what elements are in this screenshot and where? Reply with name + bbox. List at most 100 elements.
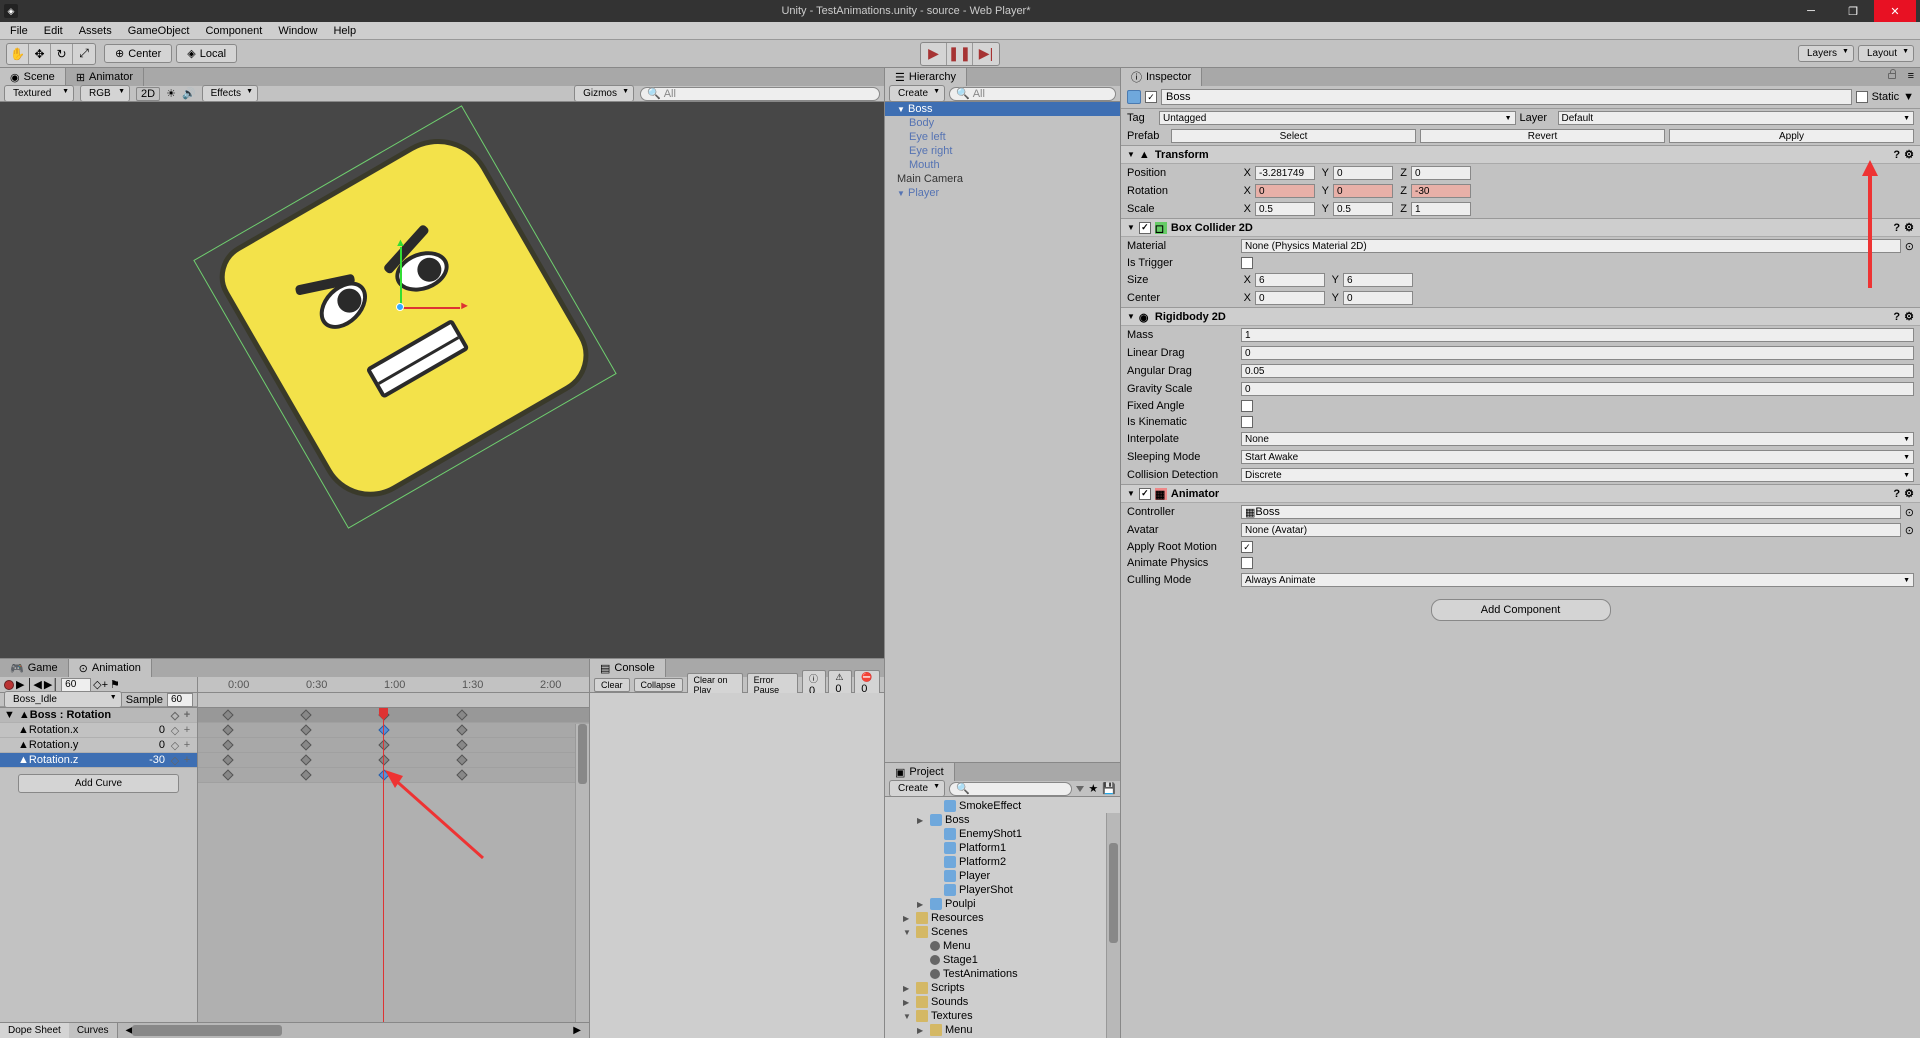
close-button[interactable]: ✕: [1874, 0, 1916, 22]
linear-drag-field[interactable]: [1241, 346, 1914, 360]
clip-dropdown[interactable]: Boss_Idle: [4, 691, 122, 708]
gear-icon[interactable]: ⚙: [1904, 221, 1914, 234]
hierarchy-item[interactable]: Main Camera: [885, 172, 1120, 186]
project-item[interactable]: Platform1: [885, 841, 1120, 855]
effects-dropdown[interactable]: Effects: [202, 85, 258, 102]
add-component-button[interactable]: Add Component: [1431, 599, 1611, 621]
step-button[interactable]: ▶|: [973, 43, 999, 65]
scale-x-field[interactable]: [1255, 202, 1315, 216]
project-item[interactable]: EnemyShot1: [885, 827, 1120, 841]
project-item[interactable]: PlayerShot: [885, 883, 1120, 897]
position-z-field[interactable]: [1411, 166, 1471, 180]
transform-component-header[interactable]: ▼▲Transform?⚙: [1121, 145, 1920, 164]
2d-toggle[interactable]: 2D: [136, 87, 160, 101]
fixed-angle-checkbox[interactable]: [1241, 400, 1253, 412]
project-item[interactable]: ▶Boss: [885, 813, 1120, 827]
culling-mode-dropdown[interactable]: Always Animate: [1241, 573, 1914, 587]
property-row[interactable]: ▲Rotation.x0◇+: [0, 723, 197, 738]
avatar-field[interactable]: None (Avatar): [1241, 523, 1901, 537]
game-tab[interactable]: 🎮Game: [0, 659, 69, 677]
menu-gameobject[interactable]: GameObject: [122, 24, 196, 38]
static-dropdown-icon[interactable]: ▼: [1903, 91, 1914, 103]
favorite-icon[interactable]: ★: [1088, 782, 1098, 795]
scale-tool-button[interactable]: ⤢: [73, 44, 95, 64]
clear-button[interactable]: Clear: [594, 678, 630, 692]
curves-tab[interactable]: Curves: [69, 1023, 117, 1038]
gameobject-name-field[interactable]: [1161, 89, 1852, 105]
center-x-field[interactable]: [1255, 291, 1325, 305]
hierarchy-item[interactable]: ▼ Boss: [885, 102, 1120, 116]
size-x-field[interactable]: [1255, 273, 1325, 287]
add-curve-button[interactable]: Add Curve: [18, 774, 179, 793]
lock-icon[interactable]: [1882, 68, 1902, 86]
scene-search[interactable]: 🔍All: [640, 87, 880, 101]
menu-component[interactable]: Component: [199, 24, 268, 38]
project-tab[interactable]: ▣Project: [885, 763, 955, 781]
project-item[interactable]: ▶Scripts: [885, 981, 1120, 995]
frame-field[interactable]: [61, 678, 91, 692]
playhead[interactable]: [383, 708, 384, 1022]
position-x-field[interactable]: [1255, 166, 1315, 180]
collapse-button[interactable]: Collapse: [634, 678, 683, 692]
layer-dropdown[interactable]: Default: [1558, 111, 1915, 125]
hand-tool-button[interactable]: ✋: [7, 44, 29, 64]
center-y-field[interactable]: [1343, 291, 1413, 305]
hierarchy-tab[interactable]: ☰Hierarchy: [885, 68, 967, 86]
property-header[interactable]: ▼▲Boss : Rotation◇+: [0, 708, 197, 723]
rotation-y-field[interactable]: [1333, 184, 1393, 198]
interpolate-dropdown[interactable]: None: [1241, 432, 1914, 446]
project-item[interactable]: ▼Scenes: [885, 925, 1120, 939]
next-key-button[interactable]: ▶│: [44, 678, 59, 691]
gravity-scale-field[interactable]: [1241, 382, 1914, 396]
hierarchy-item[interactable]: Mouth: [885, 158, 1120, 172]
help-icon[interactable]: ?: [1893, 311, 1900, 323]
is-kinematic-checkbox[interactable]: [1241, 416, 1253, 428]
gizmos-dropdown[interactable]: Gizmos: [574, 85, 634, 102]
menu-help[interactable]: Help: [327, 24, 362, 38]
hierarchy-item[interactable]: ▼ Player: [885, 186, 1120, 200]
project-item[interactable]: Player: [885, 869, 1120, 883]
pivot-button[interactable]: ⊕Center: [104, 44, 172, 63]
rigidbody-component-header[interactable]: ▼◉Rigidbody 2D?⚙: [1121, 307, 1920, 326]
dope-sheet-tab[interactable]: Dope Sheet: [0, 1023, 69, 1038]
controller-field[interactable]: ▦Boss: [1241, 505, 1901, 519]
hierarchy-item[interactable]: Eye left: [885, 130, 1120, 144]
center-handle[interactable]: [396, 303, 404, 311]
property-row-selected[interactable]: ▲Rotation.z-30◇+: [0, 753, 197, 768]
angular-drag-field[interactable]: [1241, 364, 1914, 378]
scene-tab[interactable]: ◉Scene: [0, 68, 66, 86]
object-picker-icon[interactable]: ⊙: [1905, 506, 1914, 519]
space-button[interactable]: ◈Local: [176, 44, 237, 63]
project-scrollbar[interactable]: [1106, 813, 1120, 1038]
audio-toggle-icon[interactable]: 🔊: [182, 87, 196, 100]
project-item[interactable]: Menu: [885, 939, 1120, 953]
prefab-revert-button[interactable]: Revert: [1420, 129, 1665, 143]
scale-z-field[interactable]: [1411, 202, 1471, 216]
layers-dropdown[interactable]: Layers: [1798, 45, 1854, 62]
size-y-field[interactable]: [1343, 273, 1413, 287]
sample-field[interactable]: [167, 693, 193, 707]
menu-file[interactable]: File: [4, 24, 34, 38]
hierarchy-item[interactable]: Eye right: [885, 144, 1120, 158]
gear-icon[interactable]: ⚙: [1904, 148, 1914, 161]
y-axis-handle[interactable]: [400, 247, 402, 307]
layout-dropdown[interactable]: Layout: [1858, 45, 1914, 62]
project-item[interactable]: TestAnimations: [885, 967, 1120, 981]
light-toggle-icon[interactable]: ☀: [166, 87, 176, 100]
position-y-field[interactable]: [1333, 166, 1393, 180]
menu-edit[interactable]: Edit: [38, 24, 69, 38]
render-mode-dropdown[interactable]: RGB: [80, 85, 130, 102]
hierarchy-item[interactable]: Body: [885, 116, 1120, 130]
boxcollider-component-header[interactable]: ▼◻Box Collider 2D?⚙: [1121, 218, 1920, 237]
active-checkbox[interactable]: [1145, 91, 1157, 103]
help-icon[interactable]: ?: [1893, 149, 1900, 161]
record-button[interactable]: [4, 680, 14, 690]
project-search[interactable]: 🔍: [949, 782, 1072, 796]
project-item[interactable]: ▶Menu: [885, 1023, 1120, 1037]
project-item[interactable]: ▼Textures: [885, 1009, 1120, 1023]
apply-root-motion-checkbox[interactable]: [1241, 541, 1253, 553]
help-icon[interactable]: ?: [1893, 222, 1900, 234]
minimize-button[interactable]: ─: [1790, 0, 1832, 22]
menu-window[interactable]: Window: [272, 24, 323, 38]
maximize-button[interactable]: ❐: [1832, 0, 1874, 22]
